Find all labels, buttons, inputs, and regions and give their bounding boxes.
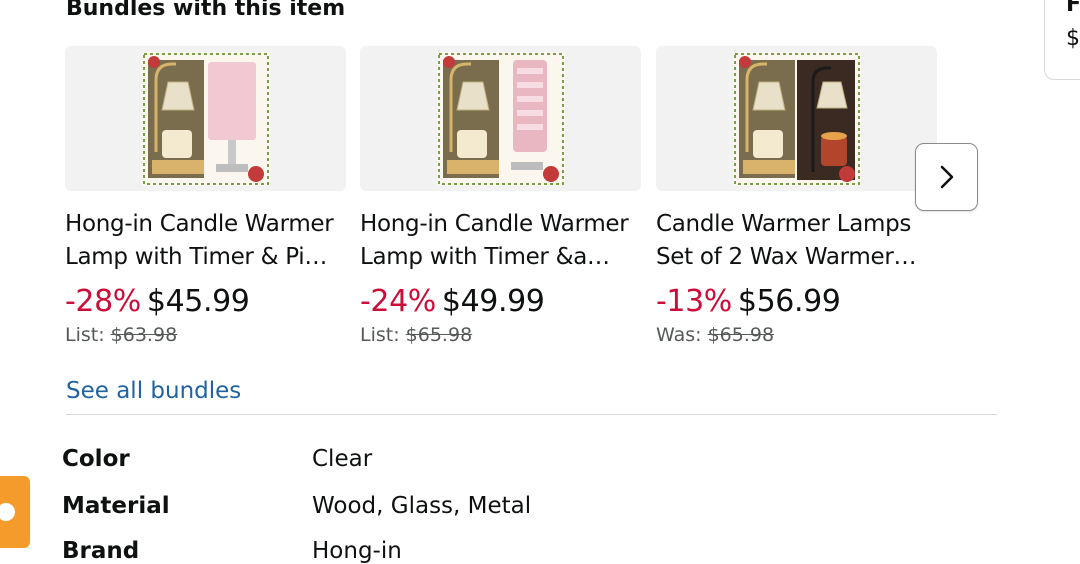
price: $49.99 — [441, 284, 545, 319]
discount-badge: -28% — [65, 284, 141, 319]
product-image-graphic — [142, 52, 270, 186]
product-image-graphic — [437, 52, 565, 186]
spec-label: Brand — [62, 538, 140, 564]
price-row: -13% $56.99 — [656, 282, 937, 322]
product-image[interactable] — [360, 46, 641, 191]
list-price-row: List: $63.98 — [65, 324, 346, 346]
carousel-next-button[interactable] — [915, 143, 978, 211]
list-price: $65.98 — [707, 324, 775, 346]
buy-box-heading: F — [1066, 0, 1080, 17]
section-heading: Bundles with this item — [66, 0, 346, 21]
spec-value: Wood, Glass, Metal — [312, 493, 532, 519]
bundle-title[interactable]: Hong-in Candle Warmer Lamp with Timer &a… — [360, 208, 645, 274]
bundle-title[interactable]: Candle Warmer Lamps Set of 2 Wax Warmer… — [656, 208, 941, 274]
section-divider — [66, 414, 997, 415]
bundle-card[interactable]: Hong-in Candle Warmer Lamp with Timer & … — [65, 46, 346, 346]
product-image[interactable] — [656, 46, 937, 191]
list-price: $63.98 — [110, 324, 178, 346]
bundle-card[interactable]: Candle Warmer Lamps Set of 2 Wax Warmer…… — [656, 46, 937, 346]
chat-bubble-icon — [0, 503, 15, 521]
discount-badge: -13% — [656, 284, 732, 319]
feedback-button[interactable] — [0, 476, 30, 548]
spec-value: Hong-in — [312, 538, 402, 564]
product-image[interactable] — [65, 46, 346, 191]
chevron-right-icon — [940, 165, 953, 189]
price-row: -28% $45.99 — [65, 282, 346, 322]
list-price-label: Was: — [656, 324, 702, 346]
bundle-card[interactable]: Hong-in Candle Warmer Lamp with Timer &a… — [360, 46, 641, 346]
discount-badge: -24% — [360, 284, 436, 319]
list-price-label: List: — [360, 324, 400, 346]
list-price-row: List: $65.98 — [360, 324, 641, 346]
bundle-title[interactable]: Hong-in Candle Warmer Lamp with Timer & … — [65, 208, 350, 274]
price: $45.99 — [146, 284, 250, 319]
see-all-bundles-link[interactable]: See all bundles — [66, 378, 241, 404]
price: $56.99 — [737, 284, 841, 319]
list-price-row: Was: $65.98 — [656, 324, 937, 346]
price-row: -24% $49.99 — [360, 282, 641, 322]
spec-label: Material — [62, 493, 170, 519]
list-price: $65.98 — [405, 324, 473, 346]
spec-label: Color — [62, 446, 130, 472]
buy-box-price: $ — [1066, 26, 1080, 51]
spec-value: Clear — [312, 446, 373, 472]
list-price-label: List: — [65, 324, 105, 346]
product-image-graphic — [733, 52, 861, 186]
